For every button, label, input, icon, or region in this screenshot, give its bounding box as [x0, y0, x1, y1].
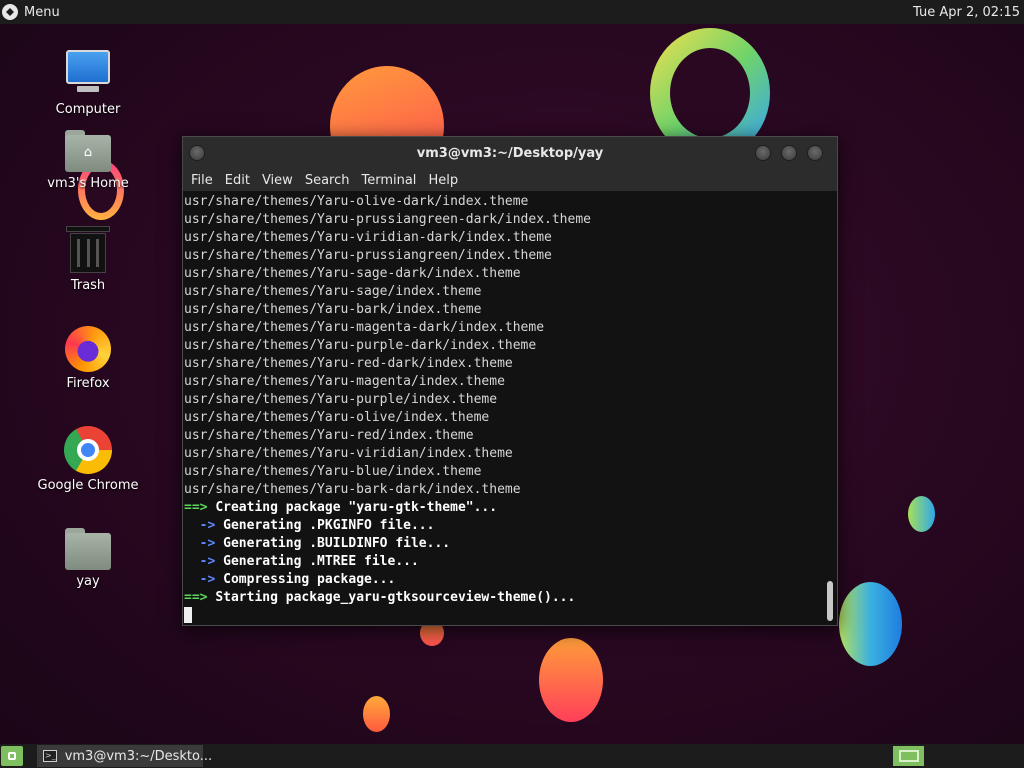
- output-line: usr/share/themes/Yaru-sage-dark/index.th…: [184, 266, 521, 281]
- status-prefix: ->: [184, 572, 216, 587]
- text-cursor: [184, 607, 192, 623]
- maximize-button[interactable]: [781, 145, 797, 161]
- status-line: -> Compressing package...: [184, 571, 825, 589]
- desktop-icon-yay[interactable]: yay: [33, 528, 143, 589]
- desktop-icon-home[interactable]: ⌂ vm3's Home: [33, 130, 143, 191]
- output-line: usr/share/themes/Yaru-magenta/index.them…: [184, 374, 505, 389]
- status-text: Generating .BUILDINFO file...: [223, 536, 451, 551]
- status-text: Compressing package...: [223, 572, 396, 587]
- close-button[interactable]: [807, 145, 823, 161]
- terminal-window[interactable]: vm3@vm3:~/Desktop/yay File Edit View Sea…: [182, 136, 838, 626]
- menu-button[interactable]: Menu: [0, 4, 60, 20]
- status-line: -> Generating .BUILDINFO file...: [184, 535, 825, 553]
- clock[interactable]: Tue Apr 2, 02:15: [913, 5, 1024, 20]
- desktop-icon-label: yay: [76, 574, 100, 589]
- desktop-icon-label: vm3's Home: [47, 176, 129, 191]
- wallpaper-orange-dot-medium: [539, 638, 603, 722]
- top-panel: Menu Tue Apr 2, 02:15: [0, 0, 1024, 24]
- status-text: Generating .PKGINFO file...: [223, 518, 435, 533]
- status-prefix: ->: [184, 536, 216, 551]
- status-text: Creating package "yaru-gtk-theme"...: [215, 500, 498, 515]
- desktop-icon-chrome[interactable]: Google Chrome: [33, 426, 143, 493]
- taskbar-item-label: vm3@vm3:~/Deskto...: [64, 748, 213, 764]
- desktop-icon-label: Computer: [55, 102, 121, 117]
- scrollbar[interactable]: [825, 191, 835, 625]
- menu-edit[interactable]: Edit: [219, 173, 256, 188]
- status-line: -> Generating .PKGINFO file...: [184, 517, 825, 535]
- menu-view[interactable]: View: [256, 173, 299, 188]
- status-text: Starting package_yaru-gtksourceview-them…: [215, 590, 576, 605]
- output-line: usr/share/themes/Yaru-viridian-dark/inde…: [184, 230, 552, 245]
- menu-file[interactable]: File: [185, 173, 219, 188]
- output-line: usr/share/themes/Yaru-prussiangreen/inde…: [184, 248, 552, 263]
- menu-icon: [2, 4, 18, 20]
- status-prefix: ==>: [184, 500, 208, 515]
- menu-terminal[interactable]: Terminal: [355, 173, 422, 188]
- scrollbar-thumb[interactable]: [827, 581, 833, 621]
- output-line: usr/share/themes/Yaru-prussiangreen-dark…: [184, 212, 591, 227]
- window-menu-icon[interactable]: [189, 145, 205, 161]
- menu-label: Menu: [24, 4, 60, 20]
- output-line: usr/share/themes/Yaru-red/index.theme: [184, 428, 474, 443]
- minimize-button[interactable]: [755, 145, 771, 161]
- desktop-icon-computer[interactable]: Computer: [33, 50, 143, 117]
- show-desktop-button[interactable]: [1, 746, 23, 766]
- home-folder-icon: ⌂: [65, 130, 111, 172]
- output-line: usr/share/themes/Yaru-olive/index.theme: [184, 410, 490, 425]
- output-line: usr/share/themes/Yaru-bark-dark/index.th…: [184, 482, 521, 497]
- bottom-panel: >_ vm3@vm3:~/Deskto...: [0, 744, 1024, 768]
- desktop-icon-label: Trash: [70, 278, 106, 293]
- folder-icon: [65, 528, 111, 570]
- cursor-line: [184, 607, 825, 625]
- wallpaper-orange-dot-small: [363, 696, 390, 732]
- menu-search[interactable]: Search: [299, 173, 356, 188]
- output-line: usr/share/themes/Yaru-blue/index.theme: [184, 464, 482, 479]
- output-line: usr/share/themes/Yaru-purple-dark/index.…: [184, 338, 537, 353]
- menu-help[interactable]: Help: [422, 173, 464, 188]
- status-prefix: ->: [184, 518, 216, 533]
- desktop-icon-label: Firefox: [66, 376, 110, 391]
- output-line: usr/share/themes/Yaru-bark/index.theme: [184, 302, 482, 317]
- trash-icon: [66, 226, 110, 274]
- desktop-icon-label: Google Chrome: [37, 478, 139, 493]
- status-text: Generating .MTREE file...: [223, 554, 419, 569]
- terminal-output[interactable]: usr/share/themes/Yaru-olive-dark/index.t…: [183, 191, 825, 625]
- title-bar[interactable]: vm3@vm3:~/Desktop/yay: [183, 137, 837, 169]
- desktop-icon-firefox[interactable]: Firefox: [33, 326, 143, 391]
- desktop-icon-trash[interactable]: Trash: [33, 226, 143, 293]
- status-line: ==> Starting package_yaru-gtksourceview-…: [184, 589, 825, 607]
- wallpaper-green-dot-large: [839, 582, 902, 666]
- workspace-switcher[interactable]: [893, 746, 924, 766]
- menu-bar: File Edit View Search Terminal Help: [183, 169, 837, 191]
- output-line: usr/share/themes/Yaru-olive-dark/index.t…: [184, 194, 529, 209]
- output-line: usr/share/themes/Yaru-magenta-dark/index…: [184, 320, 545, 335]
- output-line: usr/share/themes/Yaru-purple/index.theme: [184, 392, 498, 407]
- terminal-icon: >_: [43, 750, 57, 762]
- window-title: vm3@vm3:~/Desktop/yay: [416, 145, 604, 161]
- chrome-icon: [64, 426, 112, 474]
- output-line: usr/share/themes/Yaru-sage/index.theme: [184, 284, 482, 299]
- wallpaper-green-dot-small: [908, 496, 935, 532]
- output-line: usr/share/themes/Yaru-viridian/index.the…: [184, 446, 513, 461]
- status-prefix: ->: [184, 554, 216, 569]
- taskbar-item-terminal[interactable]: >_ vm3@vm3:~/Deskto...: [37, 745, 212, 767]
- status-line: ==> Creating package "yaru-gtk-theme"...: [184, 499, 825, 517]
- computer-icon: [66, 50, 110, 98]
- status-prefix: ==>: [184, 590, 208, 605]
- output-line: usr/share/themes/Yaru-red-dark/index.the…: [184, 356, 513, 371]
- firefox-icon: [65, 326, 111, 372]
- status-line: -> Generating .MTREE file...: [184, 553, 825, 571]
